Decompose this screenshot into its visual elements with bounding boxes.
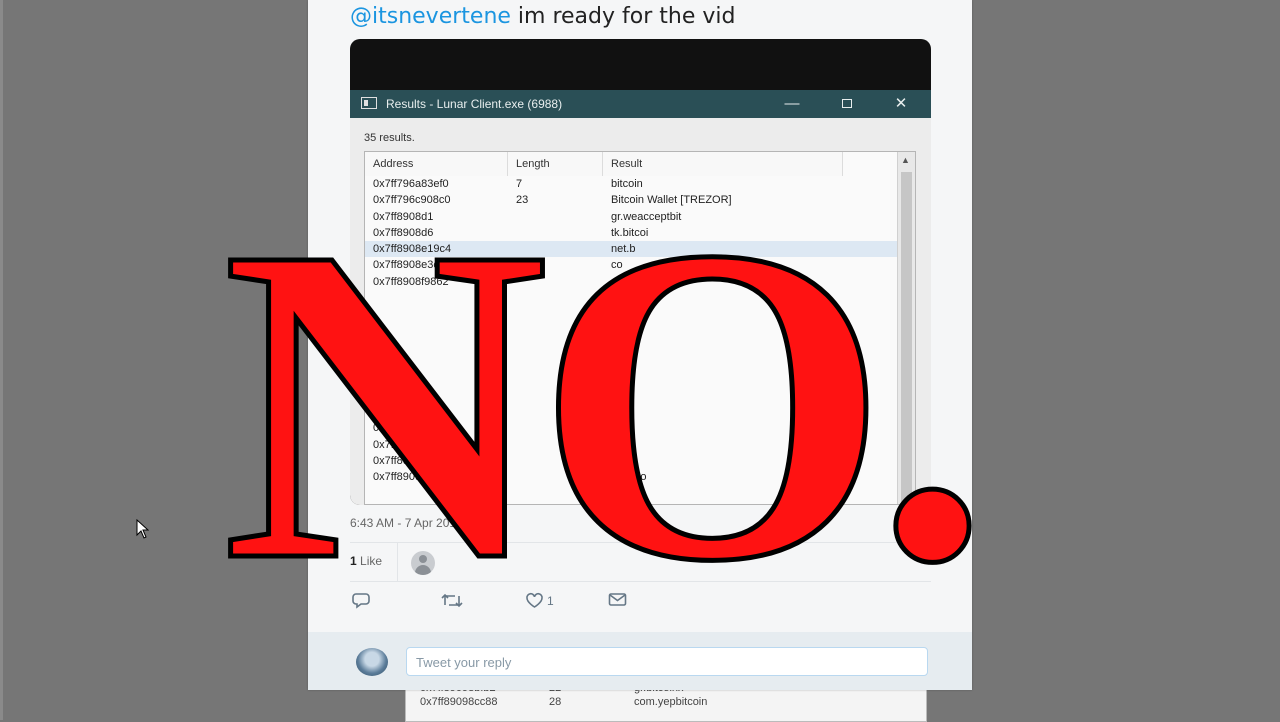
result-cell: com.yepbitcoin	[634, 696, 708, 708]
tweet-body: im ready for the vid	[510, 4, 736, 29]
mention-link[interactable]: @itsnevertene	[350, 4, 511, 29]
no-overlay-text: NO.	[220, 153, 992, 654]
dialog-title: Results - Lunar Client.exe (6988)	[386, 97, 563, 111]
results-count: 35 results.	[364, 132, 415, 144]
background-edge	[0, 0, 3, 720]
list-item: 0x7ff89098cc88 28 com.yepbitcoin	[406, 695, 926, 709]
address-cell: 0x7ff89098cc88	[420, 696, 498, 708]
tweet-text: @itsnevertene im ready for the vid	[350, 4, 735, 29]
close-button[interactable]: ✕	[886, 94, 916, 114]
app-window-icon	[361, 97, 377, 109]
dialog-titlebar[interactable]: Results - Lunar Client.exe (6988) — ✕	[350, 90, 931, 118]
minimize-button[interactable]: —	[777, 94, 807, 114]
cursor-icon	[136, 519, 149, 539]
length-cell: 28	[549, 696, 562, 708]
maximize-button[interactable]	[832, 94, 862, 114]
